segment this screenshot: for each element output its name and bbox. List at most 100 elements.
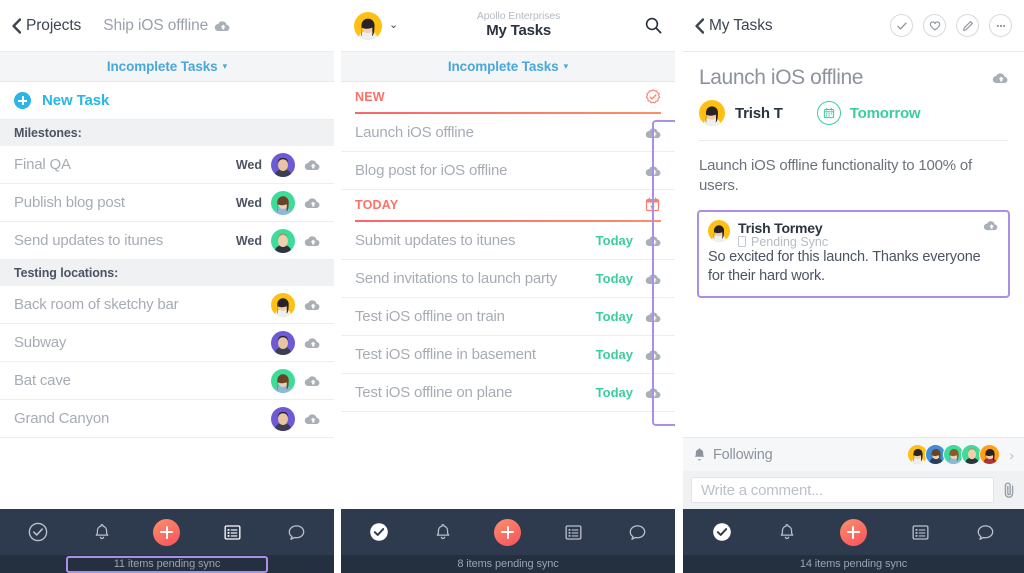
task-row[interactable]: Publish blog post Wed: [0, 184, 334, 222]
chevron-down-icon[interactable]: ▾: [223, 62, 228, 71]
task-due-label: Today: [595, 385, 633, 400]
chat-bubble-icon[interactable]: [973, 520, 997, 544]
avatar[interactable]: [271, 330, 295, 355]
chevron-left-icon[interactable]: [12, 17, 22, 34]
comment-input[interactable]: Write a comment...: [691, 477, 994, 503]
check-circle-filled-icon[interactable]: [710, 520, 734, 544]
task-row[interactable]: Grand Canyon: [0, 400, 334, 438]
task-due-date[interactable]: Tomorrow: [850, 105, 921, 122]
chevron-right-icon[interactable]: ›: [1009, 447, 1014, 463]
task-row[interactable]: Back room of sketchy bar: [0, 286, 334, 324]
task-label[interactable]: Send updates to itunes: [14, 232, 236, 249]
task-label[interactable]: Send invitations to launch party: [355, 270, 596, 287]
task-label[interactable]: Launch iOS offline: [355, 124, 645, 141]
avatar[interactable]: [271, 152, 295, 177]
task-label[interactable]: Test iOS offline on train: [355, 308, 596, 325]
task-label[interactable]: Final QA: [14, 156, 236, 173]
task-row[interactable]: Send updates to itunes Wed: [0, 222, 334, 260]
calendar-today-icon: [645, 197, 661, 213]
avatar[interactable]: [708, 219, 730, 242]
chat-bubble-icon[interactable]: [284, 520, 308, 544]
task-label[interactable]: Back room of sketchy bar: [14, 296, 271, 313]
cloud-pending-icon: [214, 20, 230, 32]
more-ellipsis-icon[interactable]: [989, 14, 1012, 37]
paperclip-icon[interactable]: [1002, 481, 1016, 499]
search-icon[interactable]: [645, 17, 662, 34]
chat-bubble-icon[interactable]: [625, 520, 649, 544]
bell-icon[interactable]: [775, 520, 799, 544]
task-row[interactable]: Launch iOS offline: [341, 114, 675, 152]
task-row[interactable]: Bat cave: [0, 362, 334, 400]
task-row[interactable]: Send invitations to launch party Today: [341, 260, 675, 298]
sync-status-bar: 11 items pending sync: [0, 555, 334, 573]
chevron-left-icon[interactable]: [695, 17, 705, 34]
task-due-day: Wed: [235, 195, 262, 210]
task-row[interactable]: Test iOS offline on plane Today: [341, 374, 675, 412]
comment-body: So excited for this launch. Thanks every…: [708, 248, 981, 284]
task-label[interactable]: Subway: [14, 334, 271, 351]
add-fab-icon[interactable]: [839, 518, 867, 546]
task-row[interactable]: Test iOS offline on train Today: [341, 298, 675, 336]
task-label[interactable]: Bat cave: [14, 372, 271, 389]
task-assignee[interactable]: Trish T: [735, 105, 783, 122]
cloud-pending-icon: [645, 273, 661, 285]
comment-header: Trish Tormey Pending Sync: [708, 219, 999, 249]
list-icon[interactable]: [561, 520, 585, 544]
check-circle-filled-icon[interactable]: [367, 520, 391, 544]
task-label[interactable]: Submit updates to itunes: [355, 232, 596, 249]
task-label[interactable]: Grand Canyon: [14, 410, 271, 427]
add-fab-icon[interactable]: [494, 518, 522, 546]
task-label[interactable]: Publish blog post: [14, 194, 236, 211]
task-row[interactable]: Final QA Wed: [0, 146, 334, 184]
complete-check-icon[interactable]: [890, 14, 913, 37]
project-filter-bar[interactable]: Incomplete Tasks ▾: [0, 52, 334, 82]
task-label[interactable]: Blog post for iOS offline: [355, 162, 645, 179]
calendar-icon[interactable]: [816, 101, 841, 125]
back-to-projects-label[interactable]: Projects: [26, 17, 81, 35]
follower-avatars[interactable]: [907, 444, 1001, 465]
comment-sync-status: Pending Sync: [738, 235, 983, 249]
task-label[interactable]: Test iOS offline on plane: [355, 384, 596, 401]
following-bar[interactable]: Following ›: [683, 437, 1024, 471]
bell-icon[interactable]: [431, 520, 455, 544]
section-label: NEW: [355, 90, 385, 104]
task-row[interactable]: Submit updates to itunes Today: [341, 222, 675, 260]
page-title: My Tasks: [486, 21, 552, 39]
avatar[interactable]: [354, 11, 382, 40]
cloud-pending-icon: [304, 197, 320, 209]
edit-pencil-icon[interactable]: [956, 14, 979, 37]
avatar[interactable]: [271, 292, 295, 317]
avatar[interactable]: [979, 444, 1001, 465]
task-row[interactable]: Blog post for iOS offline: [341, 152, 675, 190]
bell-icon: [693, 447, 706, 462]
task-row[interactable]: Subway: [0, 324, 334, 362]
heart-icon[interactable]: [923, 14, 946, 37]
filter-label[interactable]: Incomplete Tasks: [107, 59, 218, 74]
task-detail-navbar: My Tasks: [683, 0, 1024, 52]
avatar[interactable]: [271, 190, 295, 215]
add-fab-icon[interactable]: [153, 518, 181, 546]
task-due-day: Wed: [235, 233, 262, 248]
list-icon[interactable]: [908, 520, 932, 544]
new-task-label[interactable]: New Task: [42, 92, 109, 109]
comment-card[interactable]: Trish Tormey Pending Sync So excited for…: [697, 209, 1010, 298]
new-task-button[interactable]: New Task: [0, 82, 334, 120]
section-header-new: NEW: [341, 82, 675, 112]
cloud-pending-icon: [645, 349, 661, 361]
bottom-tab-bar: [683, 509, 1024, 555]
list-icon[interactable]: [220, 520, 244, 544]
chevron-down-icon[interactable]: ▾: [564, 62, 569, 71]
avatar[interactable]: [699, 100, 725, 126]
task-row[interactable]: Test iOS offline in basement Today: [341, 336, 675, 374]
bell-icon[interactable]: [90, 520, 114, 544]
my-tasks-filter-bar[interactable]: Incomplete Tasks ▾: [341, 52, 675, 82]
plus-circle-icon[interactable]: [14, 92, 31, 109]
back-to-my-tasks-label[interactable]: My Tasks: [709, 17, 773, 35]
filter-label[interactable]: Incomplete Tasks: [448, 59, 559, 74]
avatar[interactable]: [271, 368, 295, 393]
task-label[interactable]: Test iOS offline in basement: [355, 346, 596, 363]
check-circle-outline-icon[interactable]: [26, 520, 50, 544]
avatar[interactable]: [271, 228, 295, 253]
avatar[interactable]: [271, 406, 295, 431]
